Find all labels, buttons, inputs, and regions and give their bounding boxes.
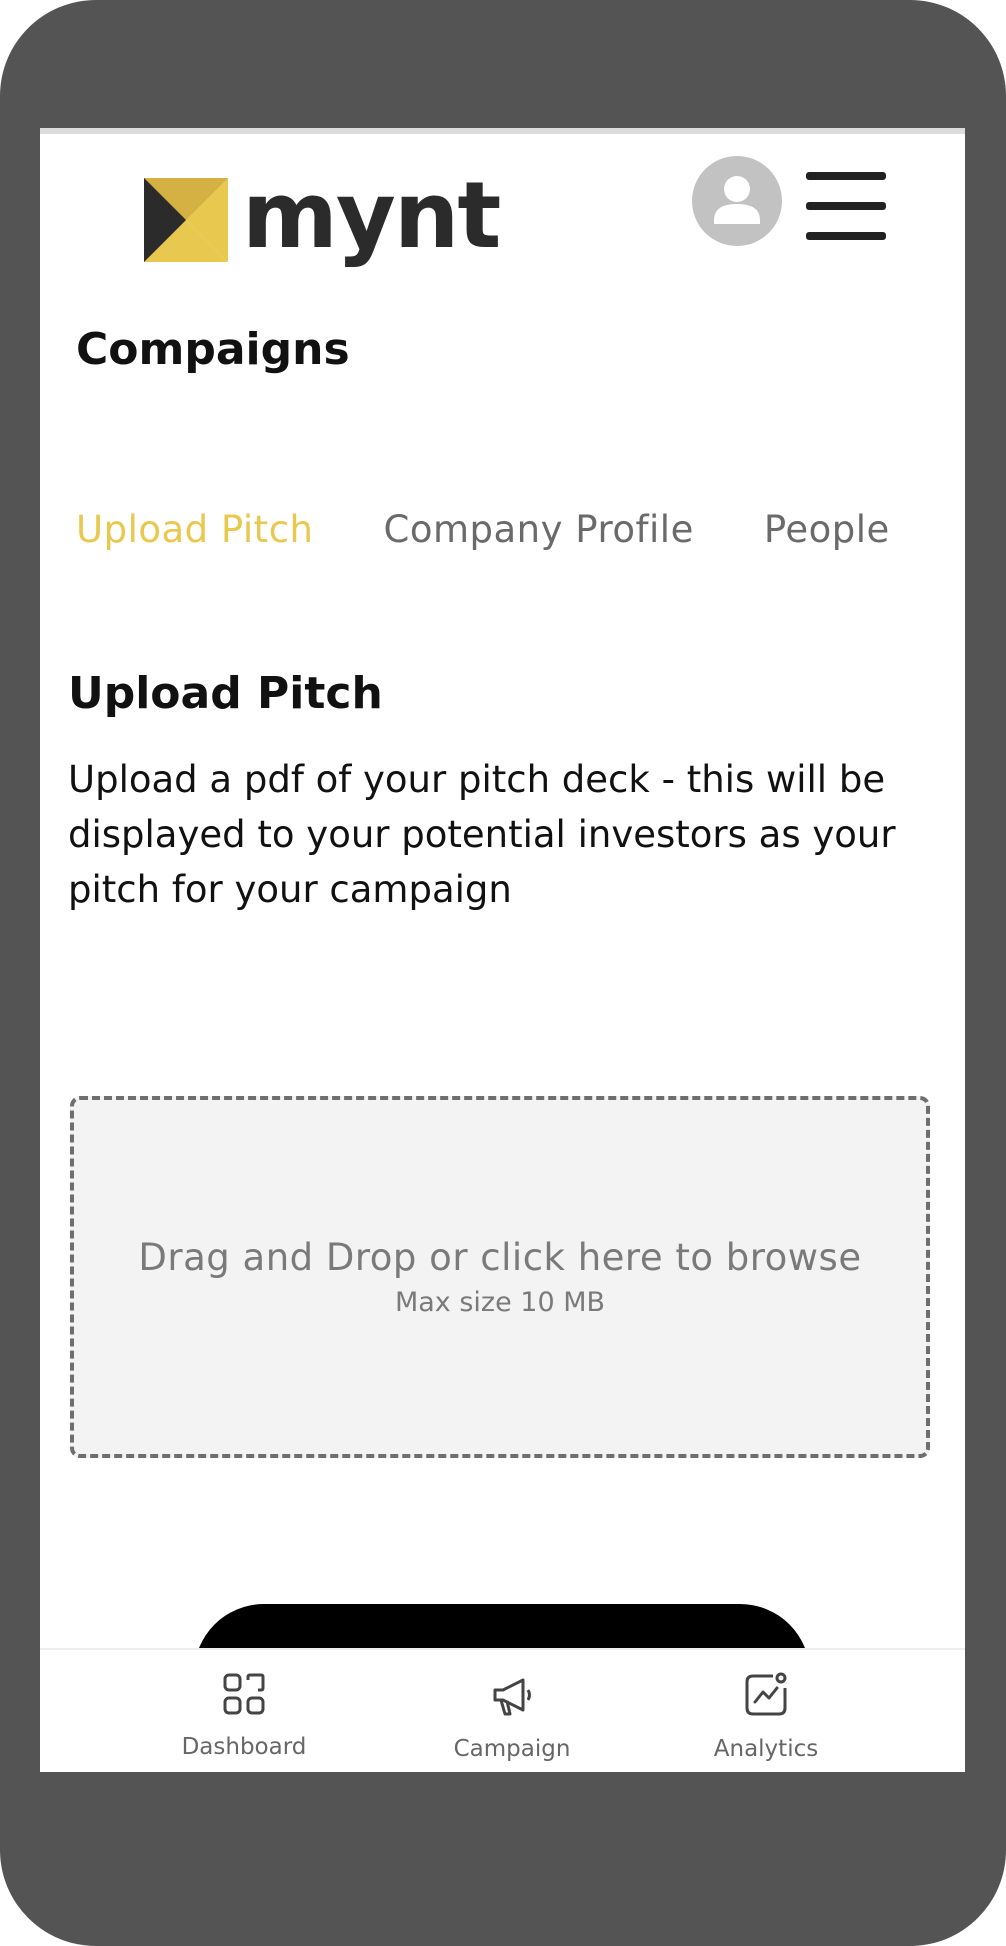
mynt-logo[interactable]: mynt [144,162,501,270]
megaphone-icon [493,1678,531,1716]
dropzone-size-limit: Max size 10 MB [394,1287,606,1318]
section-description: Upload a pdf of your pitch deck - this w… [68,758,896,911]
phone-frame: mynt Compaigns Upload Pitch Company Prof… [0,0,1006,1946]
tab-bar: Upload Pitch Company Profile People [76,508,960,551]
logo-text: mynt [242,162,501,269]
hamburger-menu-icon[interactable] [806,172,886,240]
section-title: Upload Pitch [68,668,383,719]
app-screen: mynt Compaigns Upload Pitch Company Prof… [40,128,965,1772]
menu-bar [806,172,886,180]
nav-item-dashboard[interactable]: Dashboard [144,1672,344,1760]
user-avatar-icon[interactable] [692,156,782,246]
nav-label-dashboard: Dashboard [181,1734,307,1760]
bottom-nav: Dashboard Campaign Analytics [40,1648,965,1772]
nav-label-analytics: Analytics [713,1736,819,1762]
mynt-logo-mark-icon [144,178,228,262]
nav-label-campaign: Campaign [453,1736,571,1762]
menu-bar [806,232,886,240]
page-title: Compaigns [76,324,350,375]
dropzone-text: Drag and Drop or click here to browse [138,1236,862,1279]
menu-bar [806,202,886,210]
analytics-chart-icon [745,1672,787,1716]
nav-item-analytics[interactable]: Analytics [666,1672,866,1762]
dashboard-grid-icon [223,1673,265,1715]
tab-company-profile[interactable]: Company Profile [384,508,694,551]
nav-item-campaign[interactable]: Campaign [412,1672,612,1762]
tab-upload-pitch[interactable]: Upload Pitch [76,508,314,551]
tab-people[interactable]: People [764,508,890,551]
file-dropzone[interactable]: Drag and Drop or click here to browse Ma… [70,1096,930,1458]
